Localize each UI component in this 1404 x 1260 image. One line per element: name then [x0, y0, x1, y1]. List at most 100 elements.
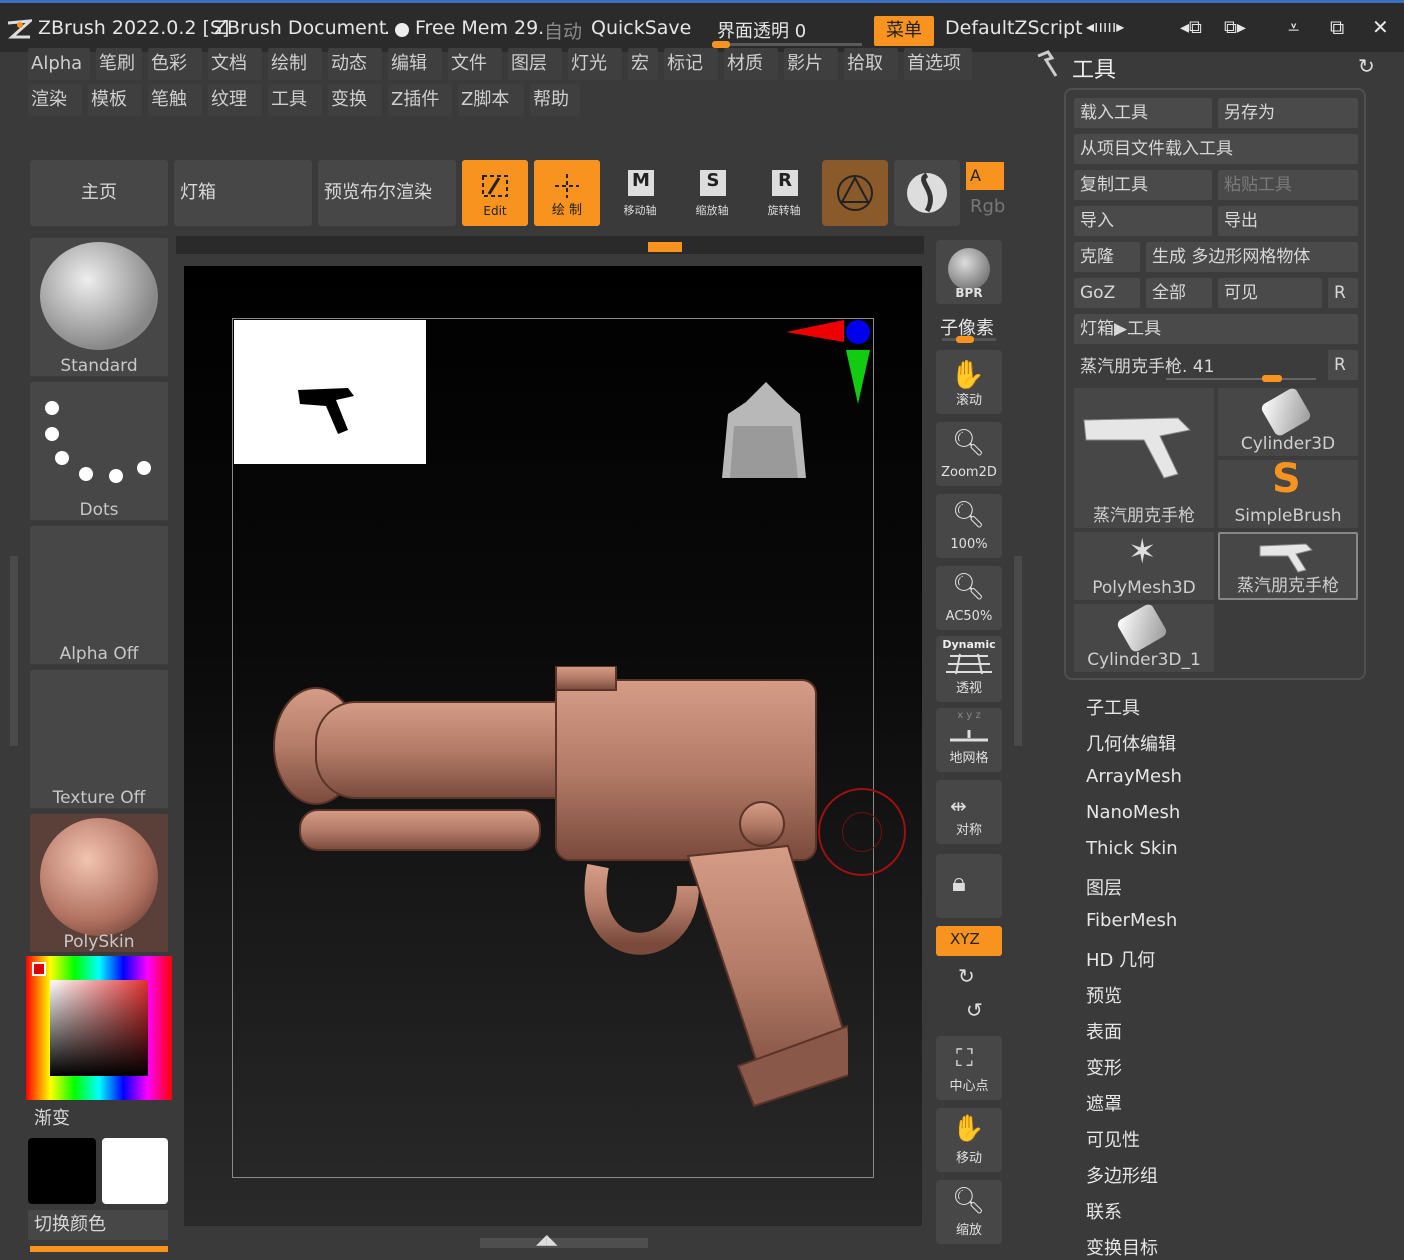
subpalette-item[interactable]: 表面 — [1086, 1018, 1122, 1044]
save-as-button[interactable]: 另存为 — [1218, 98, 1358, 128]
scroll-button[interactable]: ✋ 滚动 — [936, 350, 1002, 414]
perspective-button[interactable]: Dynamic 透视 — [936, 636, 1002, 702]
subpalette-item[interactable]: 图层 — [1086, 874, 1122, 900]
goz-all-button[interactable]: 全部 — [1146, 278, 1212, 308]
color-picker[interactable] — [26, 956, 172, 1100]
menu-item-row1-0[interactable]: Alpha — [28, 48, 90, 80]
export-button[interactable]: 导出 — [1218, 206, 1358, 236]
tool-thumb-simplebrush[interactable]: S SimpleBrush — [1218, 456, 1358, 528]
timeline-marker[interactable] — [648, 242, 682, 252]
close-icon[interactable]: ✕ — [1372, 15, 1389, 39]
move-axis-button[interactable]: M 移动轴 — [608, 160, 674, 226]
menu-item-row1-9[interactable]: 灯光 — [568, 48, 622, 80]
goz-visible-button[interactable]: 可见 — [1218, 278, 1322, 308]
menu-item-row1-13[interactable]: 影片 — [784, 48, 838, 80]
lightbox-button[interactable]: 灯箱 — [174, 160, 312, 226]
secondary-color-swatch[interactable] — [102, 1138, 168, 1204]
rotate-axis-button[interactable]: R 旋转轴 — [752, 160, 818, 226]
navigator-thumbnail[interactable] — [234, 320, 426, 464]
subpalette-item[interactable]: 预览 — [1086, 982, 1122, 1008]
draw-button[interactable]: 绘 制 — [534, 160, 600, 226]
nav-ctrl-1[interactable]: ◂ııııı▸ — [1086, 17, 1124, 36]
switch-color-button[interactable]: 切换颜色 — [28, 1210, 168, 1240]
subpalette-item[interactable]: ArrayMesh — [1086, 766, 1182, 787]
expand-tray-icon[interactable]: ◢◣ — [536, 1232, 558, 1248]
lock-view-button[interactable]: 🔒︎ — [936, 854, 1002, 918]
subpalette-item[interactable]: 联系 — [1086, 1198, 1122, 1224]
menu-item-row2-8[interactable]: 帮助 — [530, 84, 580, 116]
menu-item-row1-2[interactable]: 色彩 — [148, 48, 202, 80]
bpr-render-button[interactable]: BPR — [936, 240, 1002, 304]
menu-item-row1-12[interactable]: 材质 — [724, 48, 778, 80]
menu-item-row2-7[interactable]: Z脚本 — [458, 84, 524, 116]
menu-item-row2-3[interactable]: 纹理 — [208, 84, 262, 116]
ac50-button[interactable]: 🔍︎ AC50% — [936, 566, 1002, 630]
floor-grid-button[interactable]: x y z 地网格 — [936, 708, 1002, 772]
script-name[interactable]: DefaultZScript — [945, 17, 1083, 39]
subpalette-item[interactable]: 几何体编辑 — [1086, 730, 1176, 756]
zoom100-button[interactable]: 🔍︎ 100% — [936, 494, 1002, 558]
tool-thumb-cylinder3d[interactable]: Cylinder3D — [1218, 386, 1358, 456]
gradient-label[interactable]: 渐变 — [34, 1104, 70, 1130]
subpalette-item[interactable]: Thick Skin — [1086, 838, 1178, 859]
menu-item-row2-4[interactable]: 工具 — [268, 84, 322, 116]
subpalette-item[interactable]: 多边形组 — [1086, 1162, 1158, 1188]
tool-thumb-cylinder3d-1[interactable]: Cylinder3D_1 — [1074, 602, 1214, 672]
alpha-tile[interactable]: Alpha Off — [30, 526, 168, 664]
goz-button[interactable]: GoZ — [1074, 278, 1140, 308]
menu-item-row1-11[interactable]: 标记 — [664, 48, 718, 80]
bottom-tray-handle[interactable] — [480, 1238, 648, 1248]
menu-item-row1-4[interactable]: 绘制 — [268, 48, 322, 80]
subpalette-item[interactable]: 子工具 — [1086, 694, 1140, 720]
subpalette-item[interactable]: NanoMesh — [1086, 802, 1180, 823]
timeline-strip[interactable] — [176, 236, 924, 254]
restore-icon[interactable]: ⧉ — [1330, 15, 1344, 39]
color-sv-square[interactable] — [50, 980, 148, 1076]
layout-icon[interactable]: ◂⧉ — [1180, 17, 1202, 38]
import-button[interactable]: 导入 — [1074, 206, 1212, 236]
scale-axis-button[interactable]: S 缩放轴 — [680, 160, 746, 226]
rotate-z-icon[interactable]: ↺ — [966, 998, 983, 1022]
edit-button[interactable]: Edit — [462, 160, 528, 226]
load-from-project-button[interactable]: 从项目文件载入工具 — [1074, 134, 1358, 164]
main-color-swatch[interactable] — [28, 1138, 96, 1204]
view-cube-icon[interactable] — [716, 378, 810, 488]
menu-item-row1-10[interactable]: 宏 — [628, 48, 658, 80]
subpixel-knob[interactable] — [956, 336, 974, 343]
tool-r-button[interactable]: R — [1328, 350, 1358, 380]
tool-slider-knob[interactable] — [1262, 375, 1282, 382]
brush-tile[interactable]: Standard — [30, 238, 168, 376]
minimize-icon[interactable]: ⩡ — [1288, 15, 1299, 39]
lightbox-tool-button[interactable]: 灯箱▶工具 — [1074, 314, 1358, 344]
tool-slider[interactable] — [1166, 378, 1316, 380]
home-button[interactable]: 主页 — [30, 160, 168, 226]
menu-toggle-button[interactable]: 菜单 — [874, 16, 934, 46]
center-button[interactable]: ⛶ 中心点 — [936, 1036, 1002, 1100]
tool-thumb-pistol-selected[interactable]: 蒸汽朋克手枪 — [1074, 388, 1214, 528]
transparency-slider-knob[interactable] — [712, 41, 730, 48]
subpalette-item[interactable]: 遮罩 — [1086, 1090, 1122, 1116]
transparency-slider[interactable] — [712, 43, 862, 46]
symmetry-button[interactable]: ⇹ 对称 — [936, 780, 1002, 844]
menu-item-row1-1[interactable]: 笔刷 — [96, 48, 142, 80]
goz-r-button[interactable]: R — [1328, 278, 1358, 308]
scale-view-button[interactable]: 🔍︎ 缩放 — [936, 1180, 1002, 1244]
tool-thumb-pistol-2[interactable]: 蒸汽朋克手枪 — [1218, 532, 1358, 600]
right-tray-handle[interactable] — [1014, 556, 1022, 746]
a-mode-button[interactable]: A — [966, 162, 1004, 190]
texture-tile[interactable]: Texture Off — [30, 670, 168, 808]
tool-thumb-polymesh3d[interactable]: ✶ PolyMesh3D — [1074, 532, 1214, 600]
subpalette-item[interactable]: HD 几何 — [1086, 946, 1155, 972]
menu-item-row1-3[interactable]: 文档 — [208, 48, 262, 80]
subpalette-item[interactable]: 变换目标 — [1086, 1234, 1158, 1260]
gizmo-button[interactable] — [822, 160, 888, 226]
reset-icon[interactable]: ↻ — [1358, 54, 1375, 78]
steampunk-pistol-model[interactable] — [268, 666, 848, 1126]
move-view-button[interactable]: ✋ 移动 — [936, 1108, 1002, 1172]
menu-item-row1-7[interactable]: 文件 — [448, 48, 502, 80]
menu-item-row2-6[interactable]: Z插件 — [388, 84, 452, 116]
menu-item-row1-5[interactable]: 动态 — [328, 48, 382, 80]
stroke-tile[interactable]: Dots — [30, 382, 168, 520]
subpalette-item[interactable]: 可见性 — [1086, 1126, 1140, 1152]
menu-item-row2-2[interactable]: 笔触 — [148, 84, 202, 116]
